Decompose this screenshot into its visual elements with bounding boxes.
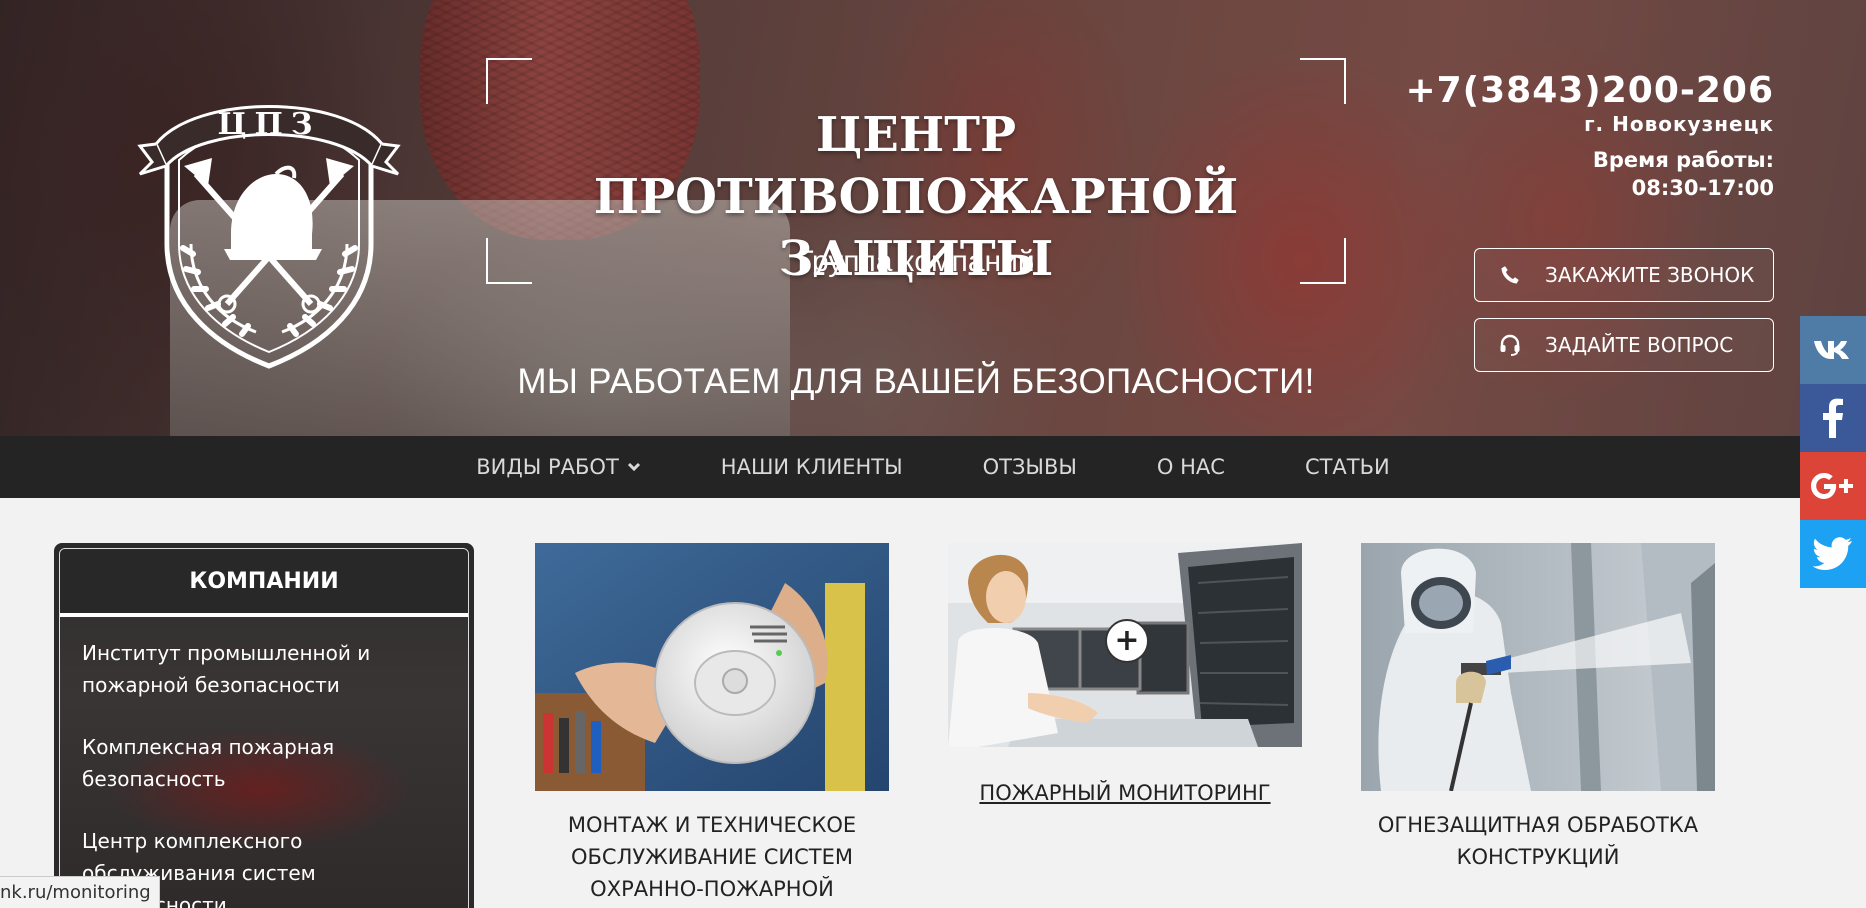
main-nav: ВИДЫ РАБОТ НАШИ КЛИЕНТЫ ОТЗЫВЫ О НАС СТА…: [0, 436, 1866, 498]
smoke-detector-photo[interactable]: [535, 543, 889, 791]
service-card-caption[interactable]: МОНТАЖ И ТЕХНИЧЕСКОЕ ОБСЛУЖИВАНИЕ СИСТЕМ…: [535, 809, 889, 905]
ask-question-button[interactable]: ЗАДАЙТЕ ВОПРОС: [1474, 318, 1774, 372]
service-card-caption[interactable]: ОГНЕЗАЩИТНАЯ ОБРАБОТКА КОНСТРУКЦИЙ: [1361, 809, 1715, 873]
nav-item-label: ВИДЫ РАБОТ: [476, 455, 619, 479]
service-card-caption[interactable]: ПОЖАРНЫЙ МОНИТОРИНГ: [948, 777, 1302, 809]
working-hours-label: Время работы:: [1592, 148, 1774, 172]
phone-number[interactable]: +7(3843)200-206: [1405, 70, 1774, 111]
zoom-plus-icon[interactable]: +: [1105, 619, 1149, 663]
phone-icon: [1475, 264, 1545, 286]
nav-item-label: СТАТЬИ: [1304, 455, 1390, 479]
city-label: г. Новокузнецк: [1584, 112, 1774, 136]
companies-sidebar: КОМПАНИИ Институт промышленной и пожарно…: [54, 543, 474, 908]
hero-banner: ЦПЗ ЦЕНТР ПРОТИВОПОЖАРНОЙ ЗАЩИТЫ Группа …: [0, 0, 1866, 436]
monitoring-operator-photo[interactable]: +: [948, 543, 1302, 747]
working-hours: 08:30-17:00: [1631, 176, 1774, 200]
google-plus-share-button[interactable]: [1800, 452, 1866, 520]
frame-corner: [1300, 58, 1346, 104]
chevron-down-icon: [627, 462, 640, 472]
headset-icon: [1475, 333, 1545, 357]
fireproofing-spray-photo[interactable]: [1361, 543, 1715, 791]
nav-item-about[interactable]: О НАС: [1117, 436, 1265, 498]
sidebar-item-institute[interactable]: Институт промышленной и пожарной безопас…: [82, 637, 440, 701]
sidebar-heading: КОМПАНИИ: [60, 549, 468, 617]
company-logo[interactable]: ЦПЗ: [136, 74, 402, 370]
nav-item-clients[interactable]: НАШИ КЛИЕНТЫ: [681, 436, 943, 498]
slogan: МЫ РАБОТАЕМ ДЛЯ ВАШЕЙ БЕЗОПАСНОСТИ!: [517, 362, 1315, 401]
google-plus-icon: [1811, 473, 1853, 499]
sidebar-item-complex-safety[interactable]: Комплексная пожарная безопасность: [82, 731, 440, 795]
service-card-fire-monitoring[interactable]: + ПОЖАРНЫЙ МОНИТОРИНГ: [948, 543, 1302, 809]
frame-corner: [486, 58, 532, 104]
order-call-label: ЗАКАЖИТЕ ЗВОНОК: [1545, 263, 1755, 287]
browser-status-url: nk.ru/monitoring: [0, 876, 160, 908]
nav-item-reviews[interactable]: ОТЗЫВЫ: [943, 436, 1117, 498]
order-call-button[interactable]: ЗАКАЖИТЕ ЗВОНОК: [1474, 248, 1774, 302]
nav-item-label: НАШИ КЛИЕНТЫ: [720, 455, 903, 479]
twitter-share-button[interactable]: [1800, 520, 1866, 588]
service-card-alarm-installation[interactable]: МОНТАЖ И ТЕХНИЧЕСКОЕ ОБСЛУЖИВАНИЕ СИСТЕМ…: [535, 543, 889, 905]
nav-item-label: О НАС: [1156, 455, 1225, 479]
service-card-fireproofing[interactable]: ОГНЕЗАЩИТНАЯ ОБРАБОТКА КОНСТРУКЦИЙ: [1361, 543, 1715, 873]
nav-item-articles[interactable]: СТАТЬИ: [1265, 436, 1430, 498]
logo-text: ЦПЗ: [218, 107, 321, 142]
ask-question-label: ЗАДАЙТЕ ВОПРОС: [1545, 333, 1734, 357]
sidebar-company-list: Институт промышленной и пожарной безопас…: [60, 617, 468, 908]
twitter-icon: [1813, 537, 1852, 570]
site-subtitle: Группа компаний: [797, 245, 1035, 278]
nav-item-services[interactable]: ВИДЫ РАБОТ: [436, 436, 681, 498]
nav-item-label: ОТЗЫВЫ: [982, 455, 1077, 479]
